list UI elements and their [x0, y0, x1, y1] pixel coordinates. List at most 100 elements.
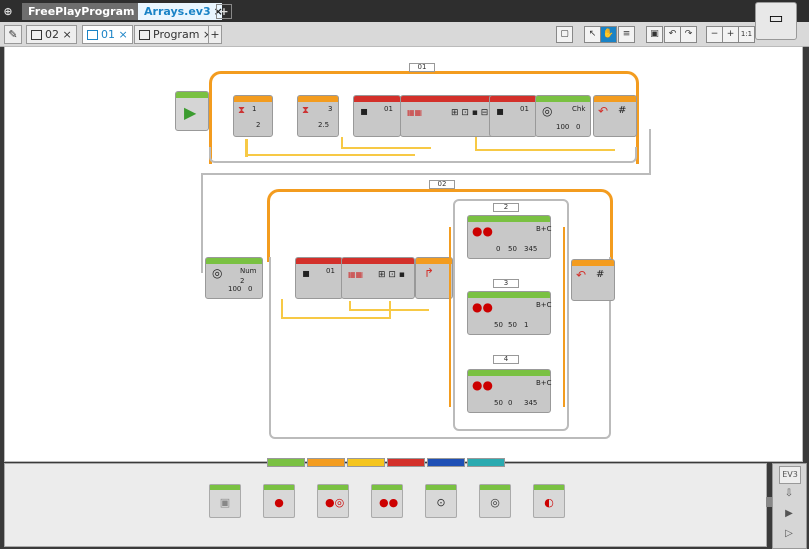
palette-tab-flow[interactable]	[307, 458, 345, 467]
variable-block-1[interactable]: ▪ 01	[353, 95, 401, 137]
move-tank-block-3[interactable]: ●● B+C 50 0 345	[467, 369, 552, 413]
start-block[interactable]: ▶	[175, 91, 209, 131]
block-header	[468, 292, 550, 298]
variable-block-3[interactable]: ▪ 01	[295, 257, 343, 299]
switch-block[interactable]: ↱	[415, 257, 453, 299]
project-properties-tab[interactable]: ✎	[4, 25, 22, 44]
content-editor-icon[interactable]: ▢	[556, 26, 573, 43]
loop-1-label[interactable]: 01	[409, 63, 435, 72]
steering-icon: ◎	[212, 266, 223, 280]
sequence-wire	[649, 129, 651, 175]
zoom-reset-button[interactable]: 1:1	[738, 26, 755, 43]
right-power-value[interactable]: 50	[508, 320, 517, 330]
move-tank-block-1[interactable]: ●● B+C 0 50 345	[467, 215, 552, 259]
wrench-icon: ✎	[8, 28, 18, 41]
palette-move-tank-block[interactable]: ●●	[371, 484, 403, 518]
case-label[interactable]: 4	[493, 355, 519, 364]
tab-program-02[interactable]: 02 ×	[26, 25, 77, 44]
steering-value[interactable]: 0	[248, 284, 252, 294]
close-tab-icon[interactable]: ×	[119, 28, 128, 41]
help-book-icon[interactable]: ▭	[755, 2, 797, 40]
palette-tab-sensor[interactable]	[347, 458, 385, 467]
degrees-value[interactable]: 345	[524, 244, 537, 254]
download-and-run-icon[interactable]: ▶	[779, 506, 799, 522]
redo-icon[interactable]: ↷	[680, 26, 697, 43]
right-power-value[interactable]: 0	[508, 398, 512, 408]
wait-time-value[interactable]: 2	[256, 120, 260, 130]
undo-icon[interactable]: ↶	[664, 26, 681, 43]
project-tab[interactable]: FreePlayProgram	[22, 3, 142, 20]
speed-value[interactable]: 100	[228, 284, 241, 294]
data-wire	[281, 299, 283, 319]
left-power-value[interactable]: 50	[494, 320, 503, 330]
file-tab-arrays[interactable]: Arrays.ev3 ×	[138, 3, 223, 20]
right-power-value[interactable]: 50	[508, 244, 517, 254]
tab-program-main[interactable]: Program ×	[134, 25, 218, 44]
speed-value[interactable]: 100	[556, 122, 569, 132]
data-wire	[341, 147, 431, 149]
collapse-hardware-icon[interactable]	[766, 497, 772, 507]
block-header	[234, 96, 272, 102]
case-label[interactable]: 3	[493, 279, 519, 288]
tank-motors-icon: ●●	[472, 300, 493, 314]
palette-display-block[interactable]: ⊙	[425, 484, 457, 518]
zoom-in-icon[interactable]: +	[722, 26, 739, 43]
loop-2-label[interactable]: 02	[429, 180, 455, 189]
array-operations-block-2[interactable]: ▦▦ ⊞ ⊡ ▪	[341, 257, 415, 299]
block-label: Chk	[572, 105, 586, 113]
degrees-value[interactable]: 345	[524, 398, 537, 408]
block-header	[468, 370, 550, 376]
rotations-value[interactable]: 1	[524, 320, 528, 330]
close-tab-icon[interactable]: ×	[63, 28, 72, 41]
move-steering-block-2[interactable]: ◎ Num 2 100 0	[205, 257, 263, 299]
comment-icon[interactable]: ≡	[618, 26, 635, 43]
move-steering-block-1[interactable]: ◎ Chk 100 0	[535, 95, 591, 137]
add-project-button[interactable]: +	[216, 4, 232, 19]
pan-hand-icon[interactable]: ✋	[600, 26, 617, 43]
download-icon[interactable]: ⇩	[779, 486, 799, 502]
palette-medium-motor-block[interactable]: ▣	[209, 484, 241, 518]
palette-move-steering-block[interactable]: ●◎	[317, 484, 349, 518]
palette-brick-light-block[interactable]: ◐	[533, 484, 565, 518]
block-label: Num 2	[240, 267, 257, 285]
left-power-value[interactable]: 0	[496, 244, 500, 254]
block-header	[572, 260, 614, 266]
left-power-value[interactable]: 50	[494, 398, 503, 408]
loop-interrupt-block-1[interactable]: ↶ #	[593, 95, 637, 137]
loop-interrupt-block-2[interactable]: ↶ #	[571, 259, 615, 301]
data-wire	[281, 317, 391, 319]
wait-block-1[interactable]: ⧗ 1 2	[233, 95, 273, 137]
palette-sound-block[interactable]: ◎	[479, 484, 511, 518]
brick-tab[interactable]: EV3	[779, 466, 801, 484]
array-operations-block[interactable]: ▦▦ ⊞ ⊡ ▪ ⊟	[400, 95, 494, 137]
case-label[interactable]: 2	[493, 203, 519, 212]
block-header	[342, 258, 414, 264]
file-tab-label: Arrays.ev3	[144, 5, 211, 18]
variable-block-2[interactable]: ▪ 01	[489, 95, 537, 137]
steering-value[interactable]: 0	[576, 122, 580, 132]
wait-block-2[interactable]: ⧗ 3 2.5	[297, 95, 339, 137]
run-selected-icon[interactable]: ▷	[779, 526, 799, 542]
index-icon: ⊞ ⊡ ▪	[378, 270, 405, 280]
programming-canvas[interactable]: 01 ▶ ⧗ 1 2 ⧗ 3 2.5 ▪ 01 ▦▦ ⊞ ⊡ ▪ ⊟ ▪ 01 …	[4, 46, 803, 462]
block-header	[416, 258, 452, 264]
palette-tab-advanced[interactable]	[427, 458, 465, 467]
palette-tab-data[interactable]	[387, 458, 425, 467]
block-header	[296, 258, 342, 264]
wait-time-value[interactable]: 2.5	[318, 120, 329, 130]
tab-label: 01	[101, 28, 115, 41]
hardware-page: EV3 ⇩ ▶ ▷	[772, 463, 807, 549]
zoom-out-icon[interactable]: −	[706, 26, 723, 43]
save-icon[interactable]: ▣	[646, 26, 663, 43]
palette-tab-myblocks[interactable]	[467, 458, 505, 467]
lobby-home-icon[interactable]: ⊕	[0, 3, 16, 20]
suitcase-icon: ▪	[496, 104, 505, 118]
palette-large-motor-block[interactable]: ●	[263, 484, 295, 518]
move-tank-block-2[interactable]: ●● B+C 50 50 1	[467, 291, 552, 335]
select-pointer-icon[interactable]: ↖	[584, 26, 601, 43]
add-program-button[interactable]: +	[208, 25, 222, 44]
palette-tab-action[interactable]	[267, 458, 305, 467]
block-header	[536, 96, 590, 102]
play-icon: ▶	[184, 103, 197, 122]
tab-program-01[interactable]: 01 ×	[82, 25, 133, 44]
